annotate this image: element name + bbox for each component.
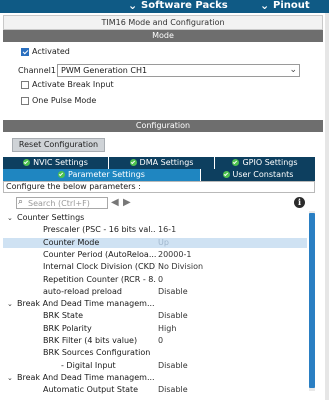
search-input[interactable]: ⌕ Search (Ctrl+F) [16,197,108,209]
chevron-down-icon[interactable]: ⌄ [7,299,13,309]
tree-param-row[interactable]: - Digital Input Disable [3,361,307,371]
param-name: - Digital Input [61,361,116,370]
param-value[interactable]: Up [158,238,169,248]
chevron-down-icon: ⌄ [289,65,297,75]
chevron-down-icon[interactable]: ⌄ [260,0,269,12]
tree-group[interactable]: ⌄ Counter Settings [3,213,307,223]
search-previous-icon[interactable]: ◀ [111,197,119,208]
param-value[interactable]: 20000-1 [158,250,191,260]
software-packs-menu[interactable]: Software Packs [141,0,228,11]
tree-param-row[interactable]: BRK Sources Configuration [3,348,307,358]
param-value[interactable]: No Division [158,262,203,272]
search-placeholder: Search (Ctrl+F) [28,199,90,208]
scrollbar-thumb[interactable] [309,213,315,388]
tree-param-row[interactable]: BRK Polarity High [3,324,307,334]
param-value[interactable]: 16-1 [158,225,176,235]
configure-parameters-text: Configure the below parameters : [3,181,315,193]
activated-label: Activated [32,47,70,56]
param-name: Repetition Counter (RCR - 8... [43,275,156,284]
param-value[interactable]: 0 [158,336,163,346]
param-name: Automatic Output State [43,385,139,394]
param-value[interactable]: Disable [158,287,188,297]
chevron-down-icon[interactable]: ⌄ [7,373,13,383]
tree-group[interactable]: ⌄ Break And Dead Time managem... [3,373,307,383]
param-name: Counter Period (AutoReloa... [43,250,156,259]
param-value[interactable]: High [158,324,176,334]
param-name: BRK Filter (4 bits value) [43,336,138,345]
tree-group-label: Break And Dead Time managem... [17,299,155,308]
check-circle-icon [129,159,137,166]
tab-nvic-settings[interactable]: NVIC Settings [3,157,108,169]
pinout-menu[interactable]: Pinout [273,0,310,11]
search-next-icon[interactable]: ▶ [123,197,131,208]
param-name: auto-reload preload [43,287,122,296]
tree-group-label: Counter Settings [17,213,85,222]
param-name: BRK Sources Configuration [43,348,151,357]
configuration-section-header: Configuration [3,120,323,132]
param-value[interactable]: 0 [158,275,163,285]
tree-param-row[interactable]: Repetition Counter (RCR - 8... 0 [3,275,307,285]
param-name: Counter Mode [43,238,100,247]
activate-break-input-label: Activate Break Input [32,80,114,89]
param-name: Prescaler (PSC - 16 bits val... [43,225,156,234]
chevron-down-icon[interactable]: ⌄ [7,213,13,223]
tree-group[interactable]: ⌄ Break And Dead Time managem... [3,299,307,309]
param-value[interactable]: Disable [158,311,188,321]
activate-break-input-checkbox[interactable] [21,81,29,89]
tree-param-row[interactable]: Counter Mode Up [3,238,307,248]
tree-param-row[interactable]: BRK State Disable [3,311,307,321]
channel1-select[interactable]: PWM Generation CH1 ⌄ [57,64,300,77]
tree-param-row[interactable]: Automatic Output State Disable [3,385,307,395]
check-circle-icon [58,171,65,178]
tree-param-row[interactable]: auto-reload preload Disable [3,287,307,297]
check-circle-icon [23,159,31,166]
reset-configuration-button[interactable]: Reset Configuration [12,138,105,152]
channel1-label: Channel1 [18,66,56,75]
one-pulse-mode-checkbox[interactable] [21,97,29,105]
mode-section-header: Mode [3,30,323,42]
activated-checkbox[interactable] [21,48,29,56]
tab-user-constants[interactable]: User Constants [201,169,315,181]
search-icon: ⌕ [18,197,24,207]
panel-title: TIM16 Mode and Configuration [3,15,323,30]
chevron-down-icon[interactable]: ⌄ [128,0,137,12]
tree-param-row[interactable]: Counter Period (AutoReloa... 20000-1 [3,250,307,260]
tab-dma-settings[interactable]: DMA Settings [109,157,214,169]
check-circle-icon [232,159,240,166]
check-circle-icon [222,171,230,178]
param-name: BRK Polarity [43,324,92,333]
tab-parameter-settings[interactable]: Parameter Settings [3,169,200,181]
panel-splitter[interactable] [325,13,329,400]
param-name: BRK State [43,311,84,320]
tab-gpio-settings[interactable]: GPIO Settings [215,157,315,169]
tree-param-row[interactable]: Internal Clock Division (CKD) No Division [3,262,307,272]
tree-group-label: Break And Dead Time managem... [17,373,155,382]
param-value[interactable]: Disable [158,361,188,371]
top-toolbar: ⌄ Software Packs ⌄ Pinout [0,0,329,13]
tree-param-row[interactable]: Prescaler (PSC - 16 bits val... 16-1 [3,225,307,235]
param-value[interactable]: Disable [158,385,188,395]
param-name: Internal Clock Division (CKD) [43,262,156,271]
tree-param-row[interactable]: BRK Filter (4 bits value) 0 [3,336,307,346]
scrollbar[interactable] [309,211,315,391]
channel1-value: PWM Generation CH1 [61,66,148,75]
one-pulse-mode-label: One Pulse Mode [32,96,97,105]
info-icon[interactable]: i [294,197,305,208]
